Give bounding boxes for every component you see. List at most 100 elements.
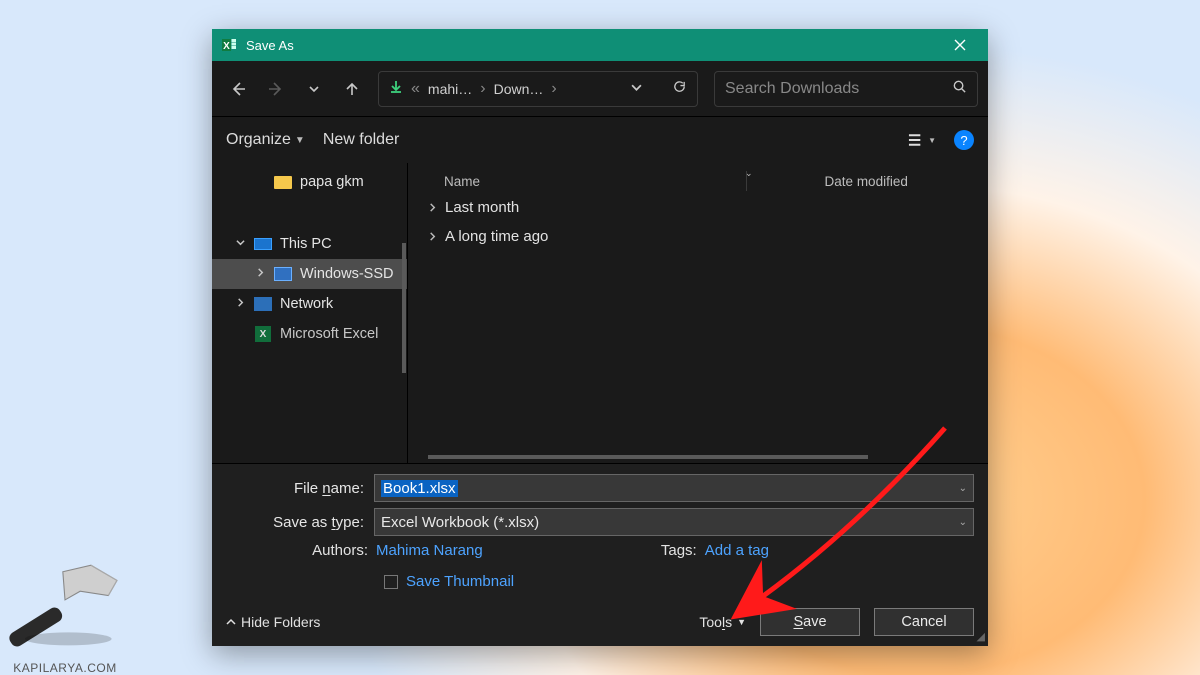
address-dropdown[interactable] <box>631 80 642 98</box>
group-last-month[interactable]: Last month <box>426 193 988 222</box>
navigation-bar: « mahi… › Down… › Search Downloads <box>212 61 988 117</box>
watermark-text: KAPILARYA.COM <box>13 661 116 675</box>
recent-locations-button[interactable] <box>298 73 330 105</box>
list-view-icon <box>908 133 925 147</box>
cancel-button[interactable]: Cancel <box>874 608 974 636</box>
group-label: Last month <box>445 199 519 216</box>
column-headers[interactable]: Name ⌄ Date modified <box>426 169 988 193</box>
save-as-type-value: Excel Workbook (*.xlsx) <box>381 514 539 531</box>
column-name[interactable]: Name <box>426 174 746 189</box>
authors-label: Authors: <box>284 542 376 559</box>
search-placeholder: Search Downloads <box>725 80 859 98</box>
excel-icon: X <box>255 326 271 342</box>
tree-label: Network <box>280 296 333 312</box>
tags-label: Tags: <box>613 542 705 559</box>
refresh-button[interactable] <box>672 79 687 99</box>
caret-down-icon: ▼ <box>737 617 746 627</box>
column-date-modified[interactable]: ⌄ Date modified <box>746 171 908 191</box>
breadcrumb-item[interactable]: mahi… <box>428 81 472 97</box>
chevron-right-icon <box>254 268 266 280</box>
chevron-down-icon <box>631 82 642 93</box>
close-icon <box>954 39 966 51</box>
search-icon <box>952 79 967 99</box>
tree-item-network[interactable]: Network <box>212 289 407 319</box>
new-folder-label: New folder <box>323 131 399 149</box>
save-thumbnail-checkbox[interactable] <box>384 575 398 589</box>
view-options-button[interactable]: ▼ <box>908 127 936 153</box>
filename-input[interactable]: Book1.xlsx ⌄ <box>374 474 974 502</box>
arrow-up-icon <box>344 81 360 97</box>
group-long-ago[interactable]: A long time ago <box>426 222 988 251</box>
tree-label: Windows-SSD <box>300 266 393 282</box>
authors-value[interactable]: Mahima Narang <box>376 542 483 559</box>
breadcrumb-item[interactable]: Down… <box>494 81 544 97</box>
chevron-right-icon: › <box>480 80 485 98</box>
filename-value: Book1.xlsx <box>381 480 458 497</box>
chevron-down-icon <box>309 84 319 94</box>
chevron-down-icon <box>234 238 246 250</box>
sort-indicator-icon: ⌄ <box>745 168 753 179</box>
caret-down-icon: ▼ <box>928 136 936 145</box>
new-folder-button[interactable]: New folder <box>323 131 399 149</box>
save-as-dialog: X Save As « mahi… › Down… › <box>212 29 988 646</box>
explorer-body: papa gkm This PC Windows-SSD Network X <box>212 163 988 463</box>
search-input[interactable]: Search Downloads <box>714 71 978 107</box>
tree-scrollbar[interactable] <box>402 243 406 373</box>
titlebar: X Save As <box>212 29 988 61</box>
save-button[interactable]: Save <box>760 608 860 636</box>
up-button[interactable] <box>336 73 368 105</box>
tree-label: papa gkm <box>300 174 364 190</box>
hide-folders-label: Hide Folders <box>241 614 320 630</box>
excel-app-icon: X <box>220 36 238 54</box>
organize-button[interactable]: Organize ▼ <box>226 131 305 149</box>
tree-label: This PC <box>280 236 332 252</box>
tags-value[interactable]: Add a tag <box>705 542 769 559</box>
folder-icon <box>274 176 292 189</box>
refresh-icon <box>672 79 687 94</box>
tools-label: Tools <box>699 614 732 630</box>
caret-down-icon: ▼ <box>295 135 305 146</box>
organize-label: Organize <box>226 131 291 149</box>
chevron-down-icon[interactable]: ⌄ <box>959 517 967 528</box>
back-button[interactable] <box>222 73 254 105</box>
horizontal-scrollbar[interactable] <box>428 455 868 459</box>
hammer-icon <box>0 541 130 661</box>
svg-text:X: X <box>223 41 230 52</box>
tree-item-papa-gkm[interactable]: papa gkm <box>212 167 407 197</box>
tree-item-ms-excel[interactable]: X Microsoft Excel <box>212 319 407 349</box>
chevron-right-icon <box>234 298 246 310</box>
chevron-up-icon <box>226 614 236 630</box>
tree-item-windows-ssd[interactable]: Windows-SSD <box>212 259 407 289</box>
breadcrumb-ellipsis: « <box>411 80 420 98</box>
chevron-right-icon <box>428 230 437 244</box>
forward-button[interactable] <box>260 73 292 105</box>
save-as-type-select[interactable]: Excel Workbook (*.xlsx) ⌄ <box>374 508 974 536</box>
dialog-title: Save As <box>246 38 932 53</box>
address-bar[interactable]: « mahi… › Down… › <box>378 71 698 107</box>
tree-item-this-pc[interactable]: This PC <box>212 229 407 259</box>
close-button[interactable] <box>940 29 980 61</box>
chevron-right-icon: › <box>551 80 556 98</box>
organize-toolbar: Organize ▼ New folder ▼ ? <box>212 117 988 163</box>
file-list[interactable]: Name ⌄ Date modified Last month A long t… <box>408 163 988 463</box>
arrow-right-icon <box>268 81 284 97</box>
help-icon: ? <box>960 133 967 148</box>
group-label: A long time ago <box>445 228 548 245</box>
hide-folders-button[interactable]: Hide Folders <box>226 614 320 630</box>
save-as-type-label: Save as type: <box>226 514 374 531</box>
tools-button[interactable]: Tools ▼ <box>699 614 746 630</box>
downloads-icon <box>389 80 403 97</box>
folder-tree[interactable]: papa gkm This PC Windows-SSD Network X <box>212 163 408 463</box>
save-form: File name: Book1.xlsx ⌄ Save as type: Ex… <box>212 463 988 646</box>
chevron-right-icon <box>428 201 437 215</box>
resize-grip-icon[interactable]: ◢ <box>977 630 985 643</box>
tree-label: Microsoft Excel <box>280 326 378 342</box>
column-date-label: Date modified <box>825 174 908 189</box>
this-pc-icon <box>254 238 272 250</box>
chevron-down-icon[interactable]: ⌄ <box>959 483 967 494</box>
filename-label: File name: <box>226 480 374 497</box>
help-button[interactable]: ? <box>954 130 974 150</box>
save-thumbnail-label[interactable]: Save Thumbnail <box>406 573 514 590</box>
network-icon <box>254 297 272 311</box>
arrow-left-icon <box>230 81 246 97</box>
